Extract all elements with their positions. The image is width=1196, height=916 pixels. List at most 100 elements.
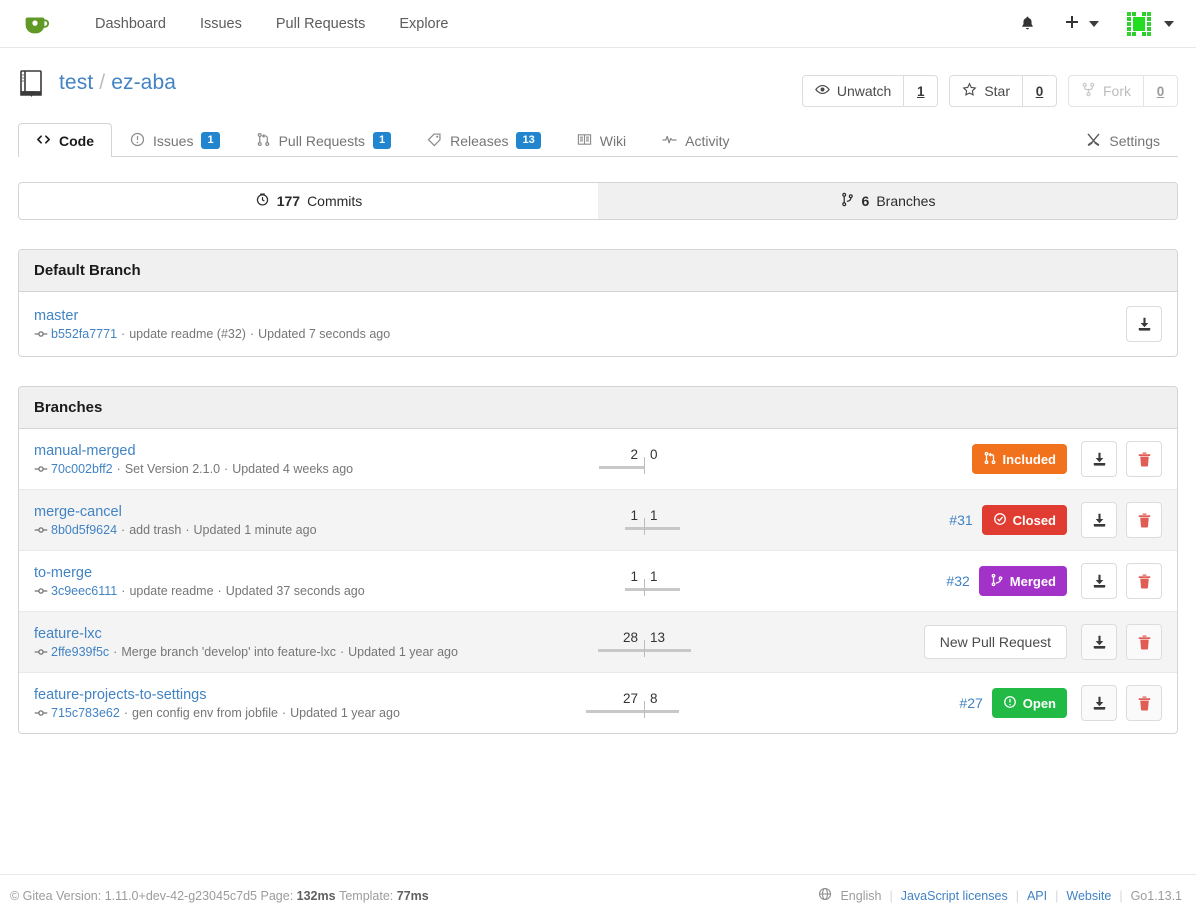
nav-link-pull-requests[interactable]: Pull Requests <box>259 0 382 48</box>
pull-request-number[interactable]: #32 <box>946 573 969 589</box>
footer-api[interactable]: API <box>1027 889 1047 903</box>
ahead-bar <box>644 588 680 591</box>
branch-name-link[interactable]: manual-merged <box>34 443 554 459</box>
footer-js-licenses[interactable]: JavaScript licenses <box>901 889 1008 903</box>
status-badge-label: Merged <box>1010 575 1056 588</box>
book-icon <box>577 132 592 150</box>
pull-request-number[interactable]: #31 <box>949 512 972 528</box>
user-menu[interactable] <box>1111 10 1178 38</box>
unwatch-button[interactable]: Unwatch <box>802 75 904 107</box>
footer-version: 1.11.0+dev-42-g23045c7d5 <box>105 889 257 903</box>
tab-releases[interactable]: Releases 13 <box>409 123 559 157</box>
branch-row-actions <box>1081 563 1162 599</box>
repo-name-link[interactable]: ez-aba <box>111 71 176 94</box>
branch-commit-hash[interactable]: 8b0d5f9624 <box>51 523 117 537</box>
divergence-bars <box>569 707 719 716</box>
tab-code[interactable]: Code <box>18 123 112 157</box>
trash-icon[interactable] <box>1126 502 1162 538</box>
star-button[interactable]: Star <box>949 75 1023 107</box>
status-badge-label: Open <box>1023 697 1056 710</box>
footer-template-time: 77ms <box>397 889 429 903</box>
nav-link-dashboard[interactable]: Dashboard <box>78 0 183 48</box>
bell-icon[interactable] <box>1005 0 1050 48</box>
commits-stat[interactable]: 177 Commits <box>19 183 598 219</box>
repo-owner-link[interactable]: test <box>59 71 93 94</box>
default-branch-name[interactable]: master <box>34 308 554 324</box>
watch-count[interactable]: 1 <box>904 75 938 107</box>
status-badge-label: Closed <box>1013 514 1056 527</box>
text-separator: · <box>250 327 254 341</box>
branch-commit-line: 8b0d5f9624·add trash·Updated 1 minute ag… <box>34 523 554 537</box>
trash-icon[interactable] <box>1126 563 1162 599</box>
footer-language[interactable]: English <box>840 889 881 903</box>
tab-settings[interactable]: Settings <box>1068 123 1178 157</box>
download-icon[interactable] <box>1081 502 1117 538</box>
ahead-bar <box>644 649 691 652</box>
download-icon[interactable] <box>1081 441 1117 477</box>
branch-name-link[interactable]: feature-projects-to-settings <box>34 687 554 703</box>
branch-commit-message: gen config env from jobfile <box>132 706 278 720</box>
tab-issues[interactable]: Issues 1 <box>112 123 238 157</box>
download-icon[interactable] <box>1126 306 1162 342</box>
divergence-graph: 11 <box>569 507 719 533</box>
star-button-group: Star 0 <box>949 75 1057 107</box>
divergence-tick <box>644 518 645 535</box>
fork-count[interactable]: 0 <box>1144 75 1178 107</box>
gitea-logo-icon[interactable] <box>20 9 50 39</box>
divergence-tick <box>644 701 645 718</box>
footer-divider: | <box>1016 889 1019 903</box>
trash-icon[interactable] <box>1126 685 1162 721</box>
branch-commit-line: 3c9eec6111·update readme·Updated 37 seco… <box>34 584 554 598</box>
default-branch-row: master b552fa7771 · update readme (#32) … <box>19 292 1177 356</box>
branch-row-actions <box>1081 624 1162 660</box>
behind-bar <box>586 710 645 713</box>
commits-behind-count: 27 <box>569 691 644 706</box>
behind-bar <box>598 649 645 652</box>
commits-ahead-count: 0 <box>644 447 719 462</box>
tab-activity[interactable]: Activity <box>644 123 747 157</box>
tab-pull-requests[interactable]: Pull Requests 1 <box>238 123 410 157</box>
trash-icon[interactable] <box>1126 624 1162 660</box>
download-icon[interactable] <box>1081 624 1117 660</box>
pulse-icon <box>662 132 677 150</box>
tab-activity-label: Activity <box>685 134 729 148</box>
footer-website[interactable]: Website <box>1066 889 1111 903</box>
branch-updated: Updated 4 weeks ago <box>232 462 353 476</box>
content-container: test/ez-aba Unwatch 1 <box>18 48 1178 734</box>
nav-link-issues[interactable]: Issues <box>183 0 259 48</box>
git-pull-request-icon <box>983 451 997 467</box>
text-separator: · <box>124 706 128 720</box>
star-count[interactable]: 0 <box>1023 75 1057 107</box>
ahead-bar <box>644 527 680 530</box>
branch-commit-hash[interactable]: 70c002bff2 <box>51 462 113 476</box>
default-branch-commit-hash[interactable]: b552fa7771 <box>51 327 117 341</box>
default-branch-updated: Updated 7 seconds ago <box>258 327 390 341</box>
branch-name-link[interactable]: merge-cancel <box>34 504 554 520</box>
default-branch-header: Default Branch <box>19 250 1177 292</box>
branch-commit-hash[interactable]: 3c9eec6111 <box>51 584 117 598</box>
branch-commit-line: 70c002bff2·Set Version 2.1.0·Updated 4 w… <box>34 462 554 476</box>
repo-stat-bar: 177 Commits 6 Branches <box>18 182 1178 220</box>
text-separator: · <box>185 523 189 537</box>
trash-icon[interactable] <box>1126 441 1162 477</box>
branches-stat[interactable]: 6 Branches <box>598 183 1177 219</box>
top-navbar: Dashboard Issues Pull Requests Explore <box>0 0 1196 48</box>
divergence-tick <box>644 457 645 474</box>
text-separator: · <box>282 706 286 720</box>
pull-request-number[interactable]: #27 <box>959 695 982 711</box>
new-pull-request-button[interactable]: New Pull Request <box>924 625 1067 659</box>
divergence-bars <box>569 524 719 533</box>
behind-bar <box>599 466 644 469</box>
branch-commit-hash[interactable]: 715c783e62 <box>51 706 120 720</box>
branch-name-link[interactable]: to-merge <box>34 565 554 581</box>
download-icon[interactable] <box>1081 563 1117 599</box>
text-separator: · <box>121 523 125 537</box>
unwatch-label: Unwatch <box>837 83 891 99</box>
create-new-menu[interactable] <box>1050 14 1111 33</box>
fork-button[interactable]: Fork <box>1068 75 1144 107</box>
nav-link-explore[interactable]: Explore <box>382 0 465 48</box>
branch-commit-hash[interactable]: 2ffe939f5c <box>51 645 109 659</box>
download-icon[interactable] <box>1081 685 1117 721</box>
branch-name-link[interactable]: feature-lxc <box>34 626 554 642</box>
tab-wiki[interactable]: Wiki <box>559 123 644 157</box>
